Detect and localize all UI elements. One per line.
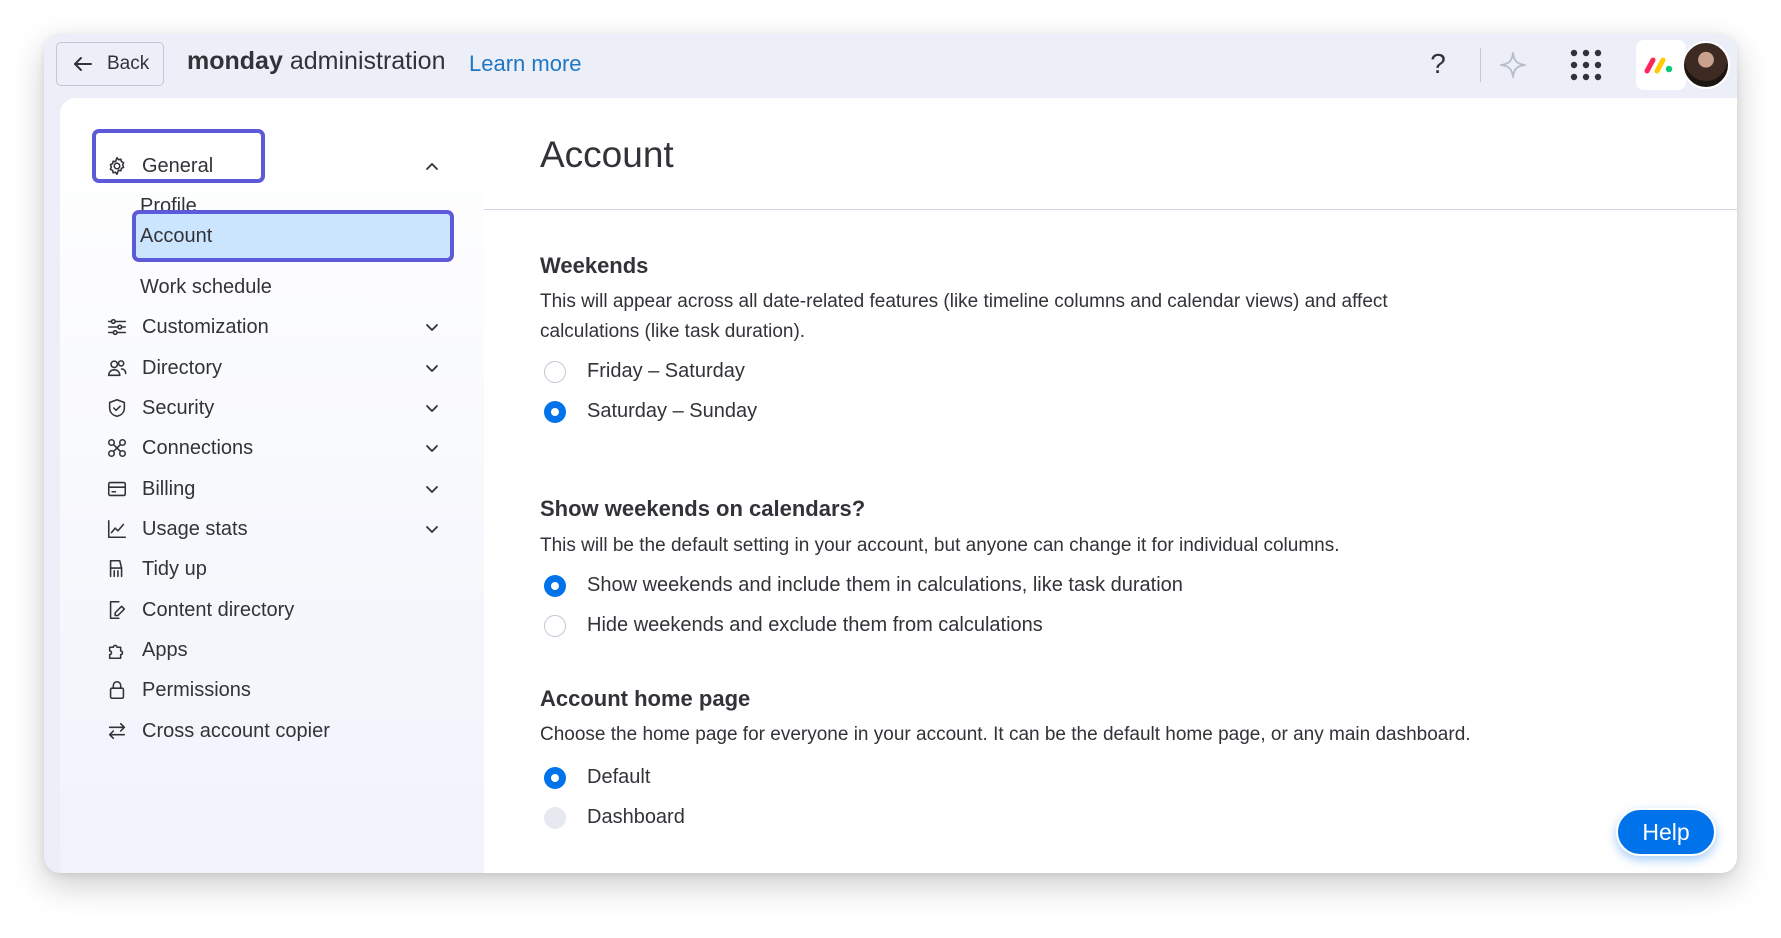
lock-icon (106, 679, 128, 701)
sidebar-item-label: Connections (142, 436, 254, 459)
sparkle-icon[interactable] (1498, 50, 1528, 80)
divider (1480, 48, 1481, 82)
sidebar-item-billing[interactable]: Billing (106, 470, 195, 508)
radio-button[interactable] (544, 766, 566, 789)
radio-label: Friday – Saturday (587, 360, 745, 382)
sidebar-item-label: Content directory (142, 598, 295, 621)
back-label: Back (107, 53, 150, 74)
radio-button[interactable] (544, 360, 566, 383)
sidebar-item-label: Usage stats (142, 517, 248, 540)
radio-button (544, 806, 566, 829)
sidebar-item-permissions[interactable]: Permissions (106, 671, 251, 709)
sidebar-item-label: Tidy up (142, 557, 207, 580)
sidebar-item-work-schedule[interactable]: Work schedule (140, 268, 272, 306)
sidebar-item-usage-stats[interactable]: Usage stats (106, 510, 248, 548)
shield-icon (106, 397, 128, 419)
radio-label: Saturday – Sunday (587, 400, 758, 422)
back-button[interactable]: Back (56, 42, 164, 86)
sidebar-item-label: Customization (142, 315, 269, 338)
weekends-description-line: calculations (like task duration). (540, 321, 806, 342)
radio-friday-saturday[interactable]: Friday – Saturday (544, 360, 745, 383)
home-page-description: Choose the home page for everyone in you… (540, 724, 1471, 745)
apps-grid-icon[interactable] (1569, 48, 1603, 82)
monday-logo-icon[interactable] (1636, 40, 1686, 90)
chevron-down-icon[interactable] (422, 438, 442, 458)
brand-name: monday (187, 47, 283, 75)
chevron-down-icon[interactable] (422, 398, 442, 418)
sidebar-item-label: Billing (142, 477, 196, 500)
people-icon (106, 357, 128, 379)
weekends-description: This will appear across all date-related… (540, 287, 1500, 347)
app-window: Back monday administration Learn more ? (44, 34, 1737, 873)
chart-icon (106, 518, 128, 540)
sidebar-item-label: Account (140, 224, 213, 247)
sidebar-item-label: Permissions (142, 678, 251, 701)
show-weekends-description: This will be the default setting in your… (540, 535, 1340, 556)
radio-label: Default (587, 766, 651, 788)
radio-dashboard[interactable]: Dashboard (544, 806, 685, 829)
arrow-left-icon (71, 52, 95, 76)
sidebar-item-general[interactable]: General (106, 147, 213, 185)
sidebar-item-directory[interactable]: Directory (106, 349, 222, 387)
sidebar-item-apps[interactable]: Apps (106, 631, 188, 669)
chevron-down-icon[interactable] (422, 479, 442, 499)
sidebar: General Profile Account Work schedule Cu… (60, 98, 484, 873)
divider (484, 209, 1737, 210)
show-weekends-section-title: Show weekends on calendars? (540, 496, 866, 521)
connections-icon (106, 437, 128, 459)
weekends-section-title: Weekends (540, 253, 649, 278)
top-bar: Back monday administration Learn more ? (44, 34, 1737, 98)
weekends-description-line: This will appear across all date-related… (540, 291, 1388, 312)
gear-icon (106, 155, 128, 177)
learn-more-link[interactable]: Learn more (469, 51, 582, 77)
radio-button[interactable] (544, 574, 566, 597)
chevron-down-icon[interactable] (422, 519, 442, 539)
brand-subtitle: administration (289, 47, 446, 75)
sidebar-item-cross-account-copier[interactable]: Cross account copier (106, 712, 330, 750)
app-title: monday administration (187, 47, 446, 76)
radio-label: Dashboard (587, 806, 685, 828)
sidebar-item-customization[interactable]: Customization (106, 308, 269, 346)
radio-saturday-sunday[interactable]: Saturday – Sunday (544, 400, 757, 423)
swap-icon (106, 720, 128, 742)
avatar[interactable] (1682, 41, 1730, 89)
radio-button[interactable] (544, 614, 566, 637)
help-button[interactable]: Help (1616, 808, 1716, 856)
radio-show-weekends[interactable]: Show weekends and include them in calcul… (544, 574, 1183, 597)
page-title: Account (540, 134, 674, 175)
sliders-icon (106, 316, 128, 338)
edit-doc-icon (106, 599, 128, 621)
puzzle-icon (106, 639, 128, 661)
question-icon[interactable]: ? (1426, 48, 1450, 80)
home-page-section-title: Account home page (540, 686, 751, 711)
card-icon (106, 478, 128, 500)
radio-label: Show weekends and include them in calcul… (587, 574, 1183, 596)
radio-hide-weekends[interactable]: Hide weekends and exclude them from calc… (544, 614, 1043, 637)
radio-default[interactable]: Default (544, 766, 650, 789)
main-content: Account Weekends This will appear across… (484, 98, 1737, 873)
chevron-up-icon[interactable] (422, 156, 442, 176)
sidebar-item-tidy-up[interactable]: Tidy up (106, 550, 207, 588)
sidebar-item-label: Apps (142, 638, 188, 661)
chevron-down-icon[interactable] (422, 317, 442, 337)
sidebar-item-connections[interactable]: Connections (106, 429, 253, 467)
sidebar-item-security[interactable]: Security (106, 389, 214, 427)
radio-label: Hide weekends and exclude them from calc… (587, 614, 1043, 636)
chevron-down-icon[interactable] (422, 358, 442, 378)
sidebar-item-content-directory[interactable]: Content directory (106, 591, 294, 629)
sidebar-item-label: Directory (142, 356, 223, 379)
sidebar-item-label: General (142, 154, 214, 177)
sidebar-item-label: Security (142, 396, 215, 419)
radio-button[interactable] (544, 400, 566, 423)
broom-icon (106, 558, 128, 580)
sidebar-item-account[interactable]: Account (140, 217, 212, 255)
sidebar-item-label: Cross account copier (142, 719, 330, 742)
sidebar-item-label: Work schedule (140, 275, 272, 298)
